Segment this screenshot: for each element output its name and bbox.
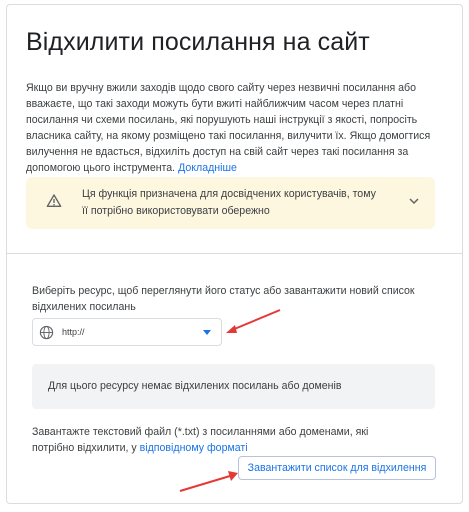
dropdown-arrow-icon[interactable] xyxy=(203,330,211,335)
warning-text: Ця функція призначена для досвідчених ко… xyxy=(82,188,376,217)
upload-disavow-list-button[interactable]: Завантажити список для відхилення xyxy=(238,456,436,480)
section-divider xyxy=(7,253,462,254)
warning-banner[interactable]: Ця функція призначена для досвідчених ко… xyxy=(26,177,435,229)
empty-state-text: Для цього ресурсу немає відхилених посил… xyxy=(48,380,342,392)
upload-instructions: Завантажте текстовий файл (*.txt) з поси… xyxy=(32,424,412,456)
globe-icon xyxy=(39,325,54,340)
resource-select-value: http:// xyxy=(62,327,85,337)
format-link[interactable]: відповідному форматі xyxy=(140,442,248,454)
intro-paragraph: Якщо ви вручну вжили заходів щодо свого … xyxy=(26,82,431,174)
empty-state-panel: Для цього ресурсу немає відхилених посил… xyxy=(32,364,435,409)
intro-text: Якщо ви вручну вжили заходів щодо свого … xyxy=(26,80,436,176)
annotation-arrow-select xyxy=(226,309,281,333)
learn-more-link[interactable]: Докладніше xyxy=(178,162,237,174)
annotation-arrow-button xyxy=(179,471,238,492)
warning-triangle-icon xyxy=(46,194,62,207)
resource-select[interactable]: http:// xyxy=(32,318,222,346)
chevron-down-icon[interactable] xyxy=(408,195,420,207)
page-title: Відхилити посилання на сайт xyxy=(26,28,370,56)
